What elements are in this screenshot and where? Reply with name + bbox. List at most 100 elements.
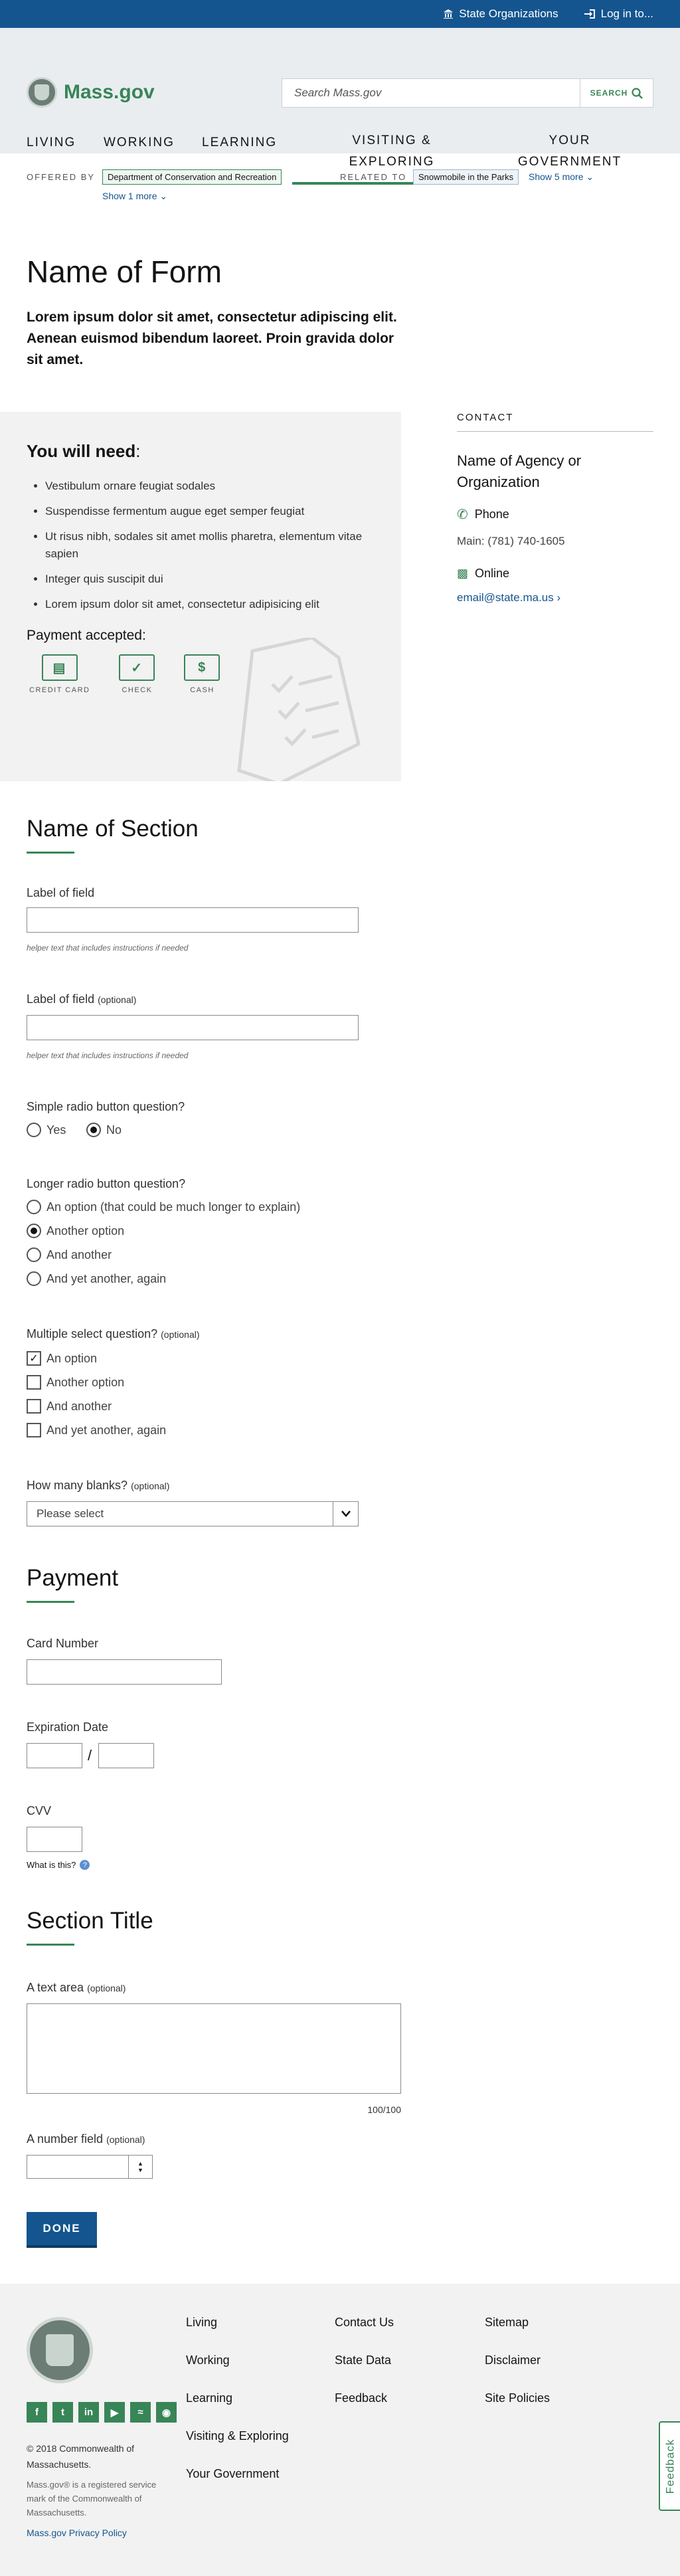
- simple-radio-no[interactable]: No: [86, 1123, 122, 1137]
- section-title: Name of Section: [27, 816, 199, 842]
- field1-input[interactable]: [27, 907, 359, 933]
- checkbox[interactable]: [27, 1375, 41, 1390]
- done-button[interactable]: DONE: [27, 2212, 97, 2245]
- nav-working[interactable]: WORKING: [104, 136, 175, 150]
- radio-button[interactable]: [27, 1247, 41, 1262]
- nav-living[interactable]: LIVING: [27, 136, 76, 150]
- checkbox[interactable]: ✓: [27, 1351, 41, 1366]
- optional-tag: (optional): [161, 1329, 200, 1340]
- footer-link[interactable]: State Data: [335, 2353, 394, 2391]
- stepper-icon[interactable]: ▲ ▼: [128, 2156, 152, 2178]
- related-tag[interactable]: Snowmobile in the Parks: [413, 169, 519, 185]
- search-input[interactable]: Search Mass.gov: [282, 79, 580, 107]
- footer-link[interactable]: Your Government: [186, 2467, 289, 2505]
- building-icon: [444, 9, 454, 19]
- checkbox[interactable]: [27, 1399, 41, 1414]
- payment-check: ✓ CHECK: [119, 654, 155, 694]
- long-radio-option[interactable]: An option (that could be much longer to …: [27, 1200, 300, 1214]
- privacy-policy-link[interactable]: Mass.gov Privacy Policy: [27, 2525, 173, 2541]
- radio-button[interactable]: [27, 1224, 41, 1238]
- social-links: f t in ▶ ≈ ◉: [27, 2402, 177, 2423]
- list-item: Ut risus nibh, sodales sit amet mollis p…: [45, 528, 375, 563]
- cvv-help-link[interactable]: What is this? ?: [27, 1860, 90, 1870]
- field2-helper: helper text that includes instructions i…: [27, 1051, 189, 1060]
- optional-tag: (optional): [106, 2134, 145, 2145]
- number-input[interactable]: ▲ ▼: [27, 2155, 153, 2179]
- footer-link[interactable]: Feedback: [335, 2391, 394, 2429]
- email-link[interactable]: email@state.ma.us ›: [457, 591, 653, 604]
- expiration-month-input[interactable]: [27, 1743, 82, 1768]
- twitter-icon[interactable]: t: [52, 2402, 73, 2423]
- chevron-down-icon: ⌄: [159, 191, 168, 201]
- offered-by-bar: OFFERED BY Department of Conservation an…: [0, 153, 680, 210]
- search-button[interactable]: SEARCH: [580, 79, 653, 107]
- site-logo[interactable]: Mass.gov: [27, 77, 155, 108]
- page-intro: Lorem ipsum dolor sit amet, consectetur …: [27, 310, 397, 367]
- instagram-icon[interactable]: ◉: [156, 2402, 177, 2423]
- radio-button[interactable]: [27, 1200, 41, 1214]
- blanks-select[interactable]: Please select: [27, 1501, 359, 1526]
- list-item: Lorem ipsum dolor sit amet, consectetur …: [45, 596, 375, 613]
- phone-label: Phone: [474, 507, 509, 521]
- simple-radio-yes[interactable]: Yes: [27, 1123, 66, 1137]
- state-organizations-label: State Organizations: [459, 7, 558, 20]
- phone-number[interactable]: (781) 740-1605: [487, 535, 564, 547]
- long-radio-option[interactable]: And another: [27, 1247, 112, 1262]
- contact-title: CONTACT: [457, 412, 653, 432]
- facebook-icon[interactable]: f: [27, 2402, 47, 2423]
- payment-credit-card: ▤ CREDIT CARD: [29, 654, 90, 694]
- utility-bar: State Organizations Log in to...: [0, 0, 680, 28]
- footer-link[interactable]: Visiting & Exploring: [186, 2429, 289, 2467]
- document-watermark-icon: [237, 638, 361, 781]
- multi-option[interactable]: And yet another, again: [27, 1423, 166, 1437]
- state-seal-icon: [27, 2317, 93, 2383]
- multi-option[interactable]: And another: [27, 1399, 112, 1414]
- checkbox-label: An option: [46, 1351, 98, 1365]
- offered-by-label: OFFERED BY: [27, 172, 96, 182]
- show-more-related[interactable]: Show 5 more ⌄: [529, 171, 594, 183]
- footer-link[interactable]: Living: [186, 2316, 289, 2353]
- long-radio-option[interactable]: And yet another, again: [27, 1271, 166, 1286]
- checkbox-label: And yet another, again: [46, 1423, 167, 1437]
- textarea-char-count: 100/100: [367, 2104, 401, 2115]
- cvv-input[interactable]: [27, 1827, 82, 1852]
- offered-by-tag[interactable]: Department of Conservation and Recreatio…: [102, 169, 282, 185]
- site-header: Mass.gov Search Mass.gov SEARCH LIVING W…: [0, 28, 680, 185]
- footer-link[interactable]: Sitemap: [485, 2316, 550, 2353]
- section-rule: [27, 1944, 74, 1946]
- list-item: Integer quis suscipit dui: [45, 571, 375, 588]
- footer-link[interactable]: Contact Us: [335, 2316, 394, 2353]
- footer-link[interactable]: Working: [186, 2353, 289, 2391]
- multi-option[interactable]: ✓ An option: [27, 1351, 97, 1366]
- list-item: Suspendisse fermentum augue eget semper …: [45, 503, 375, 520]
- login-link[interactable]: Log in to...: [584, 7, 653, 21]
- blanks-select-value: Please select: [37, 1507, 104, 1520]
- card-number-label: Card Number: [27, 1637, 99, 1650]
- long-radio-option[interactable]: Another option: [27, 1224, 124, 1238]
- checkbox[interactable]: [27, 1423, 41, 1437]
- state-organizations-link[interactable]: State Organizations: [443, 7, 558, 21]
- field2-input[interactable]: [27, 1015, 359, 1040]
- feedback-tab[interactable]: Feedback: [659, 2421, 680, 2511]
- show-more-orgs[interactable]: Show 1 more ⌄: [102, 191, 167, 202]
- radio-button[interactable]: [27, 1123, 41, 1137]
- expiration-year-input[interactable]: [98, 1743, 154, 1768]
- radio-button[interactable]: [27, 1271, 41, 1286]
- text-area[interactable]: [27, 2003, 401, 2094]
- nav-learning[interactable]: LEARNING: [202, 136, 277, 150]
- card-number-input[interactable]: [27, 1659, 222, 1685]
- youtube-icon[interactable]: ▶: [104, 2402, 125, 2423]
- state-seal-icon: [27, 77, 57, 108]
- number-field-label: A number field (optional): [27, 2132, 145, 2146]
- payment-section-title: Payment: [27, 1565, 119, 1591]
- you-will-need-box: You will need: Vestibulum ornare feugiat…: [0, 412, 401, 781]
- footer-link[interactable]: Learning: [186, 2391, 289, 2429]
- footer-link[interactable]: Disclaimer: [485, 2353, 550, 2391]
- multi-option[interactable]: Another option: [27, 1375, 124, 1390]
- linkedin-icon[interactable]: in: [78, 2402, 99, 2423]
- footer-link[interactable]: Site Policies: [485, 2391, 550, 2429]
- radio-button[interactable]: [86, 1123, 101, 1137]
- multi-select-question: Multiple select question? (optional): [27, 1327, 200, 1340]
- rss-icon[interactable]: ≈: [130, 2402, 151, 2423]
- phone-main: Main: (781) 740-1605: [457, 535, 653, 548]
